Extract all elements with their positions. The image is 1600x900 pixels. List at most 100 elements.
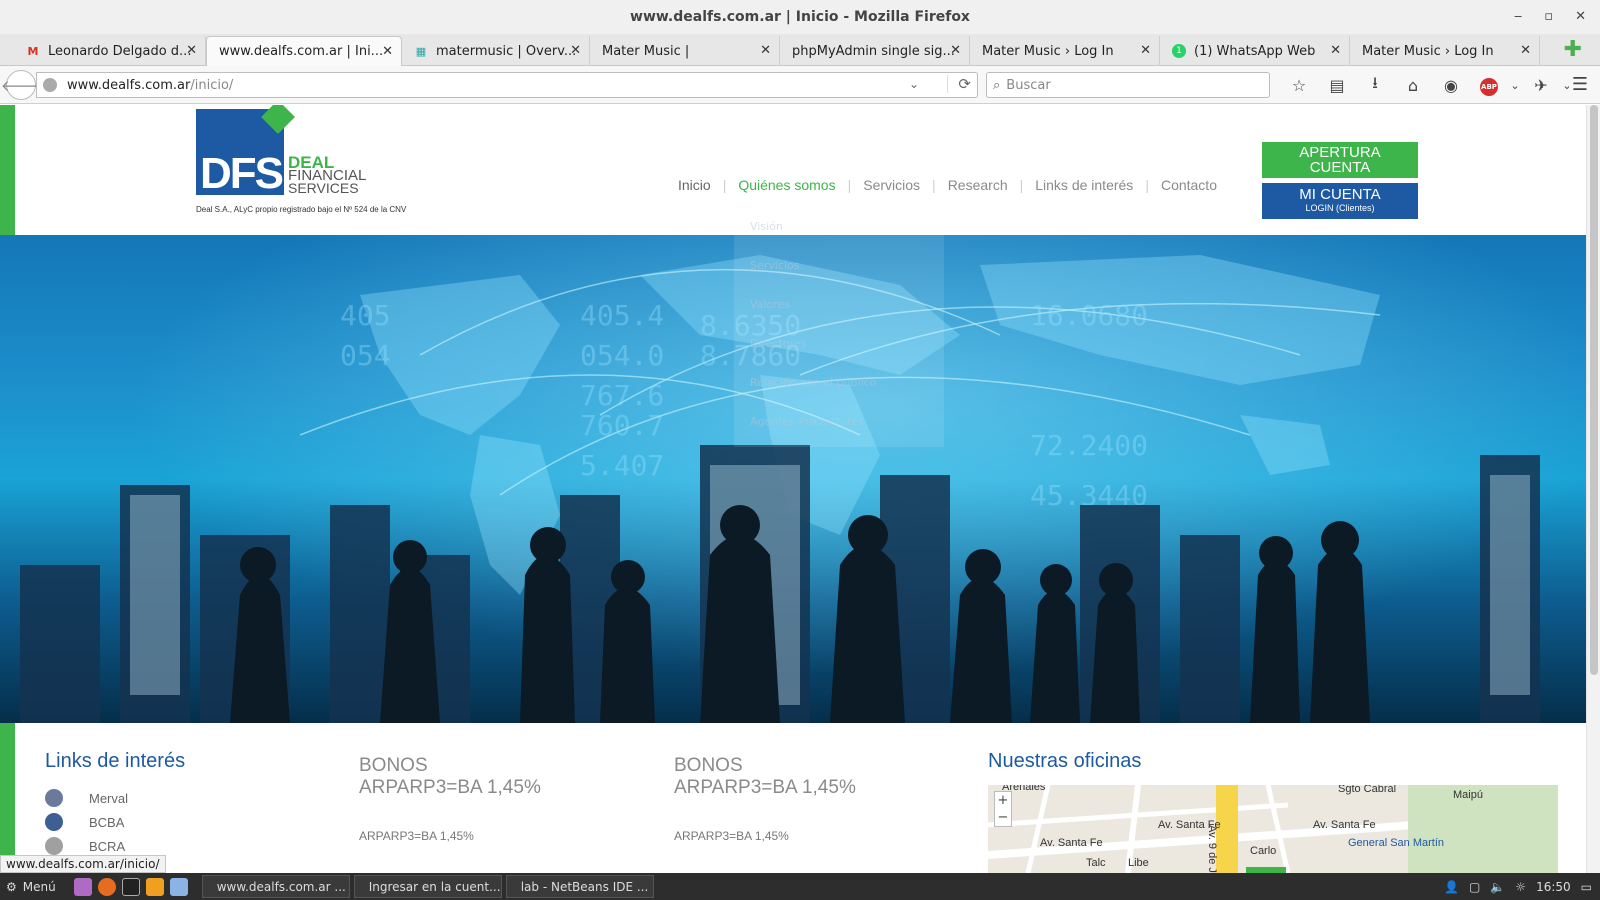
start-menu-label: Menú bbox=[22, 879, 56, 894]
map-zoom-control[interactable]: + − bbox=[994, 791, 1012, 827]
office-map[interactable]: + − Arenales Sgto Cabral Av. Santa Fe Av.… bbox=[988, 785, 1558, 873]
nav-quienes-somos[interactable]: Quiénes somos bbox=[738, 177, 835, 193]
tab-strip: M Leonardo Delgado d... ✕ www.dealfs.com… bbox=[0, 34, 1600, 66]
close-tab-icon[interactable]: ✕ bbox=[1140, 43, 1151, 58]
terminal-icon[interactable] bbox=[121, 877, 140, 896]
apertura-cuenta-button[interactable]: APERTURA CUENTA bbox=[1262, 142, 1418, 178]
dropdown-item-valores[interactable]: Valores bbox=[734, 285, 944, 324]
close-tab-icon[interactable]: ✕ bbox=[570, 43, 581, 58]
window-icon[interactable]: ▢ bbox=[1469, 880, 1480, 894]
nav-contacto[interactable]: Contacto bbox=[1161, 177, 1217, 193]
bookmark-star-icon[interactable]: ☆ bbox=[1280, 76, 1318, 95]
close-tab-icon[interactable]: ✕ bbox=[186, 43, 197, 58]
dropdown-item-directores[interactable]: Directores bbox=[734, 324, 944, 363]
logo-corner bbox=[261, 105, 295, 134]
bonos-title: BONOS bbox=[359, 755, 428, 776]
adblock-icon[interactable]: ABP bbox=[1470, 74, 1508, 96]
close-tab-icon[interactable]: ✕ bbox=[760, 43, 771, 58]
chevron-down-icon[interactable]: ⌄ bbox=[909, 77, 919, 91]
new-tab-icon[interactable]: ✚ bbox=[1564, 39, 1582, 61]
tab-label: (1) WhatsApp Web bbox=[1194, 43, 1316, 59]
chat-icon[interactable]: ◉ bbox=[1432, 76, 1470, 95]
tab-matermusic-login-2[interactable]: Mater Music › Log In ✕ bbox=[1350, 36, 1540, 66]
tab-matermusic-overview[interactable]: ▦ matermusic | Overv... ✕ bbox=[402, 36, 590, 66]
back-button[interactable]: 🡐 bbox=[1, 70, 41, 100]
show-desktop-icon[interactable]: ▭ bbox=[1581, 880, 1592, 894]
tab-matermusic-login[interactable]: Mater Music › Log In ✕ bbox=[970, 36, 1160, 66]
link-bcba[interactable]: BCBA bbox=[45, 813, 124, 831]
link-bcra[interactable]: BCRA bbox=[45, 837, 125, 855]
window-title: www.dealfs.com.ar | Inicio - Mozilla Fir… bbox=[630, 9, 970, 25]
url-bar[interactable]: www.dealfs.com.ar/inicio/ ⌄ ⟳ bbox=[36, 72, 978, 98]
link-merval[interactable]: Merval bbox=[45, 789, 128, 807]
site-info-icon[interactable] bbox=[43, 78, 57, 92]
dropdown-item-agentes-productores[interactable]: Agentes Productores bbox=[734, 402, 944, 441]
merval-icon bbox=[45, 789, 63, 807]
bookmarks-list-icon[interactable]: ▤ bbox=[1318, 76, 1356, 95]
minimize-button[interactable]: ‒ bbox=[1514, 0, 1522, 34]
tab-dealfs[interactable]: www.dealfs.com.ar | Ini... ✕ bbox=[206, 36, 402, 66]
chevron-down-icon[interactable]: ⌄ bbox=[1508, 79, 1522, 92]
brightness-icon[interactable]: ☼ bbox=[1515, 880, 1526, 894]
reload-icon[interactable]: ⟳ bbox=[947, 75, 971, 93]
map-label: General San Martín bbox=[1348, 837, 1444, 849]
mi-cuenta-button[interactable]: MI CUENTA LOGIN (Clientes) bbox=[1262, 183, 1418, 219]
maximize-button[interactable]: ▫ bbox=[1544, 0, 1553, 34]
nav-links-de-interes[interactable]: Links de interés bbox=[1035, 177, 1133, 193]
hamburger-menu-icon[interactable]: ☰ bbox=[1572, 74, 1588, 95]
task-firefox-ingresar[interactable]: Ingresar en la cuent... bbox=[353, 875, 502, 898]
task-firefox-dealfs[interactable]: www.dealfs.com.ar ... bbox=[201, 875, 350, 898]
dropdown-item-vision[interactable]: Visión bbox=[734, 207, 944, 246]
start-menu-button[interactable]: ⚙ Menú bbox=[0, 880, 64, 894]
user-icon[interactable]: 👤 bbox=[1444, 880, 1459, 894]
svg-text:405.4: 405.4 bbox=[580, 299, 664, 332]
close-tab-icon[interactable]: ✕ bbox=[950, 43, 961, 58]
tab-whatsapp[interactable]: 1 (1) WhatsApp Web ✕ bbox=[1160, 36, 1350, 66]
dropdown-item-servicios[interactable]: Servicios bbox=[734, 246, 944, 285]
close-button[interactable]: ✕ bbox=[1575, 0, 1586, 34]
folder-icon[interactable] bbox=[145, 877, 164, 896]
nav-inicio[interactable]: Inicio bbox=[678, 177, 711, 193]
apertura-label-2: CUENTA bbox=[1309, 159, 1371, 176]
firefox-icon[interactable] bbox=[97, 877, 116, 896]
links-title: Links de interés bbox=[45, 750, 186, 772]
close-tab-icon[interactable]: ✕ bbox=[1330, 43, 1341, 58]
download-icon[interactable]: ⭳ bbox=[1356, 72, 1394, 99]
svg-text:5.407: 5.407 bbox=[580, 449, 664, 482]
green-accent-bar bbox=[0, 723, 15, 873]
dropdown-item-relacion-publico[interactable]: Relación con el público bbox=[734, 363, 944, 402]
task-netbeans[interactable]: lab - NetBeans IDE ... bbox=[505, 875, 654, 898]
quienes-somos-dropdown: Visión Servicios Valores Directores Rela… bbox=[734, 207, 944, 447]
home-icon[interactable]: ⌂ bbox=[1394, 76, 1432, 95]
tab-matermusic[interactable]: Mater Music | ✕ bbox=[590, 36, 780, 66]
globe-icon bbox=[45, 813, 63, 831]
cube-icon[interactable] bbox=[169, 877, 188, 896]
map-label: Carlo bbox=[1250, 845, 1277, 857]
extension-icon[interactable]: ✈ bbox=[1522, 76, 1560, 95]
search-input[interactable]: ⌕ Buscar bbox=[986, 72, 1270, 98]
svg-text:054.0: 054.0 bbox=[580, 339, 664, 372]
task-label: www.dealfs.com.ar ... bbox=[216, 879, 346, 894]
task-label: Ingresar en la cuent... bbox=[368, 879, 501, 894]
close-tab-icon[interactable]: ✕ bbox=[382, 44, 393, 59]
system-tray: 👤 ▢ 🔈 ☼ 16:50 ▭ bbox=[1444, 873, 1592, 900]
link-label: BCBA bbox=[89, 814, 125, 830]
close-tab-icon[interactable]: ✕ bbox=[1520, 43, 1531, 58]
volume-icon[interactable]: 🔈 bbox=[1490, 880, 1505, 894]
tab-gmail[interactable]: M Leonardo Delgado d... ✕ bbox=[14, 36, 206, 66]
map-label: Maipú bbox=[1453, 789, 1483, 801]
svg-text:72.2400: 72.2400 bbox=[1030, 429, 1148, 462]
app-launcher-icon[interactable] bbox=[73, 877, 92, 896]
svg-text:405: 405 bbox=[340, 299, 391, 332]
page-scrollbar[interactable] bbox=[1586, 105, 1600, 873]
clock: 16:50 bbox=[1536, 879, 1571, 894]
map-label: Sgto Cabral bbox=[1338, 785, 1397, 795]
nav-toolbar: 🡐 www.dealfs.com.ar/inicio/ ⌄ ⟳ ⌕ Buscar… bbox=[0, 66, 1600, 104]
tab-label: Mater Music › Log In bbox=[982, 43, 1114, 59]
tab-phpmyadmin[interactable]: phpMyAdmin single sig... ✕ bbox=[780, 36, 970, 66]
nav-servicios[interactable]: Servicios bbox=[863, 177, 920, 193]
tab-label: Mater Music › Log In bbox=[1362, 43, 1494, 59]
url-path: /inicio/ bbox=[190, 77, 234, 93]
scrollbar-thumb[interactable] bbox=[1590, 105, 1598, 675]
nav-research[interactable]: Research bbox=[948, 177, 1008, 193]
